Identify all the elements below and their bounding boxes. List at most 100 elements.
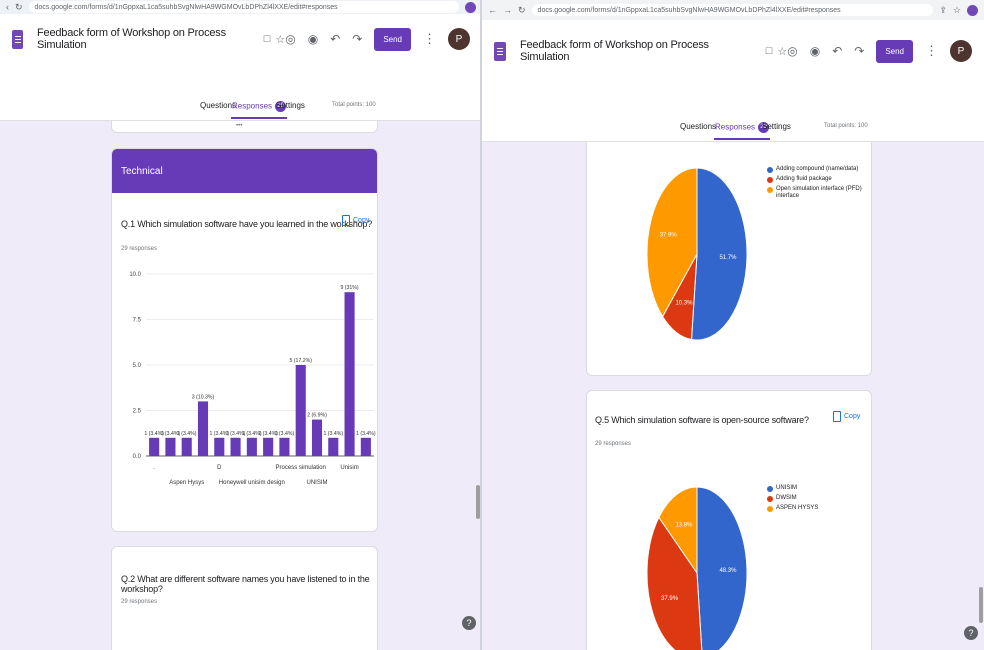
star-icon[interactable]: ☆	[275, 33, 285, 46]
tab-responses[interactable]: Responses 29	[714, 122, 771, 140]
copy-icon	[833, 411, 841, 422]
scrollbar-thumb[interactable]	[979, 587, 983, 623]
url-text: docs.google.com/forms/d/1nGppxaL1ca5suhb…	[537, 6, 841, 14]
customize-theme-icon[interactable]: ◎	[787, 44, 797, 58]
copy-chart-button[interactable]: Copy	[342, 215, 369, 226]
google-forms-icon[interactable]	[12, 29, 24, 49]
help-icon[interactable]: ?	[462, 616, 476, 630]
copy-label: Copy	[844, 413, 861, 420]
back-icon[interactable]: ←	[488, 5, 497, 15]
question-title: Q.5 Which simulation software is open-so…	[595, 415, 809, 425]
legend-label: Adding compound (name/data)	[776, 166, 859, 172]
pie-chart-q4: 51.7% 10.3% 37.9%	[646, 167, 748, 341]
profile-icon[interactable]	[465, 1, 476, 13]
legend-item: ASPEN HYSYS	[767, 505, 867, 512]
redo-icon[interactable]: ↷	[352, 32, 362, 46]
copy-chart-button[interactable]: Copy	[833, 411, 860, 422]
bar-value-label: 1 (3.4%)	[356, 431, 376, 437]
bar	[149, 437, 160, 456]
undo-icon[interactable]: ↶	[832, 44, 842, 58]
address-bar[interactable]: docs.google.com/forms/d/1nGppxaL1ca5suhb…	[531, 4, 934, 16]
forward-icon[interactable]: →	[503, 5, 512, 15]
legend-label: Open simulation interface (PFD) interfac…	[776, 186, 862, 199]
legend-item: Adding fluid package	[767, 176, 867, 183]
legend-item: Open simulation interface (PFD) interfac…	[767, 186, 867, 200]
bookmark-star-icon[interactable]: ☆	[953, 5, 961, 16]
copy-label: Copy	[353, 217, 370, 224]
preview-icon[interactable]: ◉	[810, 44, 820, 58]
bar	[181, 437, 192, 456]
google-forms-icon[interactable]	[494, 41, 506, 61]
tab-responses-label: Responses	[715, 122, 756, 132]
customize-theme-icon[interactable]: ◎	[285, 32, 295, 46]
question-card-q5: Q.5 Which simulation software is open-so…	[586, 390, 872, 650]
bar-value-label: 9 (31%)	[340, 285, 358, 291]
help-icon[interactable]: ?	[964, 626, 978, 640]
bar	[230, 437, 241, 456]
responses-content[interactable]: ••• Technical Q.1 Which simulation softw…	[0, 121, 482, 650]
response-count: 29 responses	[121, 599, 158, 605]
y-tick-label: 5.0	[133, 363, 142, 369]
reload-icon[interactable]: ↻	[15, 2, 23, 13]
legend-label: DWSIM	[776, 495, 797, 501]
x-tick-label: UNISIM	[307, 480, 328, 486]
more-options-icon[interactable]: ⋮	[423, 31, 436, 47]
folder-icon[interactable]: □	[264, 33, 271, 45]
tab-settings[interactable]: Settings	[276, 101, 305, 110]
pie-slice-label: 37.9%	[661, 596, 679, 602]
profile-icon[interactable]	[967, 4, 978, 16]
more-options-icon[interactable]: ⋮	[925, 43, 938, 59]
bar	[295, 365, 306, 456]
x-tick-label: D	[217, 465, 222, 471]
reload-icon[interactable]: ↻	[518, 5, 526, 16]
undo-icon[interactable]: ↶	[330, 32, 340, 46]
form-title[interactable]: Feedback form of Workshop on Process Sim…	[37, 27, 259, 51]
star-icon[interactable]: ☆	[777, 45, 787, 58]
pie-legend-q4: Adding compound (name/data) Adding fluid …	[767, 166, 867, 203]
question-title: Q.2 What are different software names yo…	[121, 574, 370, 594]
question-card-q4: 51.7% 10.3% 37.9% Adding compound (name/da…	[586, 142, 872, 376]
address-bar[interactable]: docs.google.com/forms/d/1nGppxaL1ca5suhb…	[28, 1, 459, 13]
y-tick-label: 0.0	[133, 454, 142, 460]
legend-item: Adding compound (name/data)	[767, 166, 867, 173]
bar-value-label: 1 (3.4%)	[323, 431, 343, 437]
forms-header: Feedback form of Workshop on Process Sim…	[0, 14, 482, 64]
url-text: docs.google.com/forms/d/1nGppxaL1ca5suhb…	[34, 3, 338, 11]
legend-label: ASPEN HYSYS	[776, 505, 819, 511]
legend-color-dot	[767, 167, 773, 173]
legend-color-dot	[767, 496, 773, 502]
preview-icon[interactable]: ◉	[308, 32, 318, 46]
responses-content[interactable]: 51.7% 10.3% 37.9% Adding compound (name/da…	[482, 142, 984, 650]
bar	[328, 437, 339, 456]
tab-bar: Questions Responses 29 Settings Total poi…	[482, 116, 984, 142]
question-card-q2: Q.2 What are different software names yo…	[111, 546, 378, 650]
legend-item: DWSIM	[767, 495, 867, 502]
bar	[279, 437, 290, 456]
tab-settings[interactable]: Settings	[762, 122, 791, 131]
forms-header: Feedback form of Workshop on Process Sim…	[482, 26, 984, 76]
account-avatar[interactable]: P	[950, 40, 972, 62]
bar	[246, 437, 257, 456]
send-button[interactable]: Send	[374, 27, 411, 51]
x-tick-label: Honeywell unisim design	[219, 480, 285, 486]
bar-value-label: 5 (17.2%)	[289, 358, 312, 364]
browser-toolbar: ‹ ↻ docs.google.com/forms/d/1nGppxaL1ca5…	[0, 0, 482, 14]
pie-chart-q5: 48.3% 37.9% 13.8%	[646, 486, 748, 650]
tab-questions[interactable]: Questions	[680, 122, 716, 131]
active-tab-indicator	[714, 138, 771, 140]
active-tab-indicator	[231, 117, 288, 119]
question-title: Q.1 Which simulation software have you l…	[121, 219, 373, 229]
account-avatar[interactable]: P	[448, 28, 470, 50]
folder-icon[interactable]: □	[766, 45, 773, 57]
redo-icon[interactable]: ↷	[854, 44, 864, 58]
y-tick-label: 2.5	[133, 409, 142, 415]
bar	[197, 401, 209, 456]
total-points: Total points: 100	[332, 102, 376, 108]
send-button[interactable]: Send	[876, 39, 913, 63]
back-icon[interactable]: ‹	[6, 2, 9, 12]
share-icon[interactable]: ⇪	[939, 5, 947, 16]
bar	[214, 437, 225, 456]
pie-legend-q5: UNISIM DWSIM ASPEN HYSYS	[767, 485, 867, 515]
form-title[interactable]: Feedback form of Workshop on Process Sim…	[520, 39, 761, 63]
tab-questions[interactable]: Questions	[200, 101, 236, 110]
